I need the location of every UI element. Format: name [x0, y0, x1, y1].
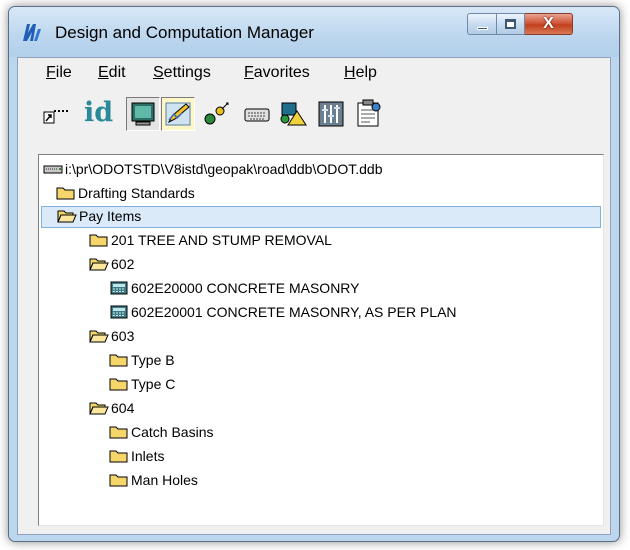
menu-help[interactable]: Help: [344, 64, 377, 82]
window-title: Design and Computation Manager: [55, 23, 314, 42]
shapes-icon: [280, 102, 307, 126]
clipboard-settings-icon: [357, 99, 381, 127]
shapes-button[interactable]: [276, 97, 310, 131]
close-button[interactable]: X: [525, 13, 573, 35]
monitor-icon: [131, 102, 155, 126]
menu-edit[interactable]: Edit: [98, 64, 126, 82]
pen-button[interactable]: [161, 97, 195, 131]
menu-file[interactable]: File: [46, 64, 72, 82]
keyboard-button[interactable]: [240, 97, 274, 131]
menu-bar: File Edit Settings Favorites Help: [18, 58, 610, 88]
shortcut-line-icon: [43, 110, 70, 124]
tree-node-label: 602: [111, 256, 135, 272]
folder-closed-icon: [109, 426, 128, 439]
close-icon: X: [543, 15, 554, 32]
menu-settings[interactable]: Settings: [153, 64, 211, 82]
app-logo-icon: [23, 24, 41, 41]
node-button[interactable]: [200, 97, 234, 131]
tree-node-label: 604: [111, 400, 135, 416]
folder-closed-icon: [56, 187, 75, 200]
tree-node-catch-basins[interactable]: Catch Basins: [109, 422, 309, 444]
toolbar: id: [18, 89, 610, 139]
tree-node-603[interactable]: 603: [89, 326, 289, 348]
folder-open-icon: [89, 402, 109, 415]
tree-node-602e20000[interactable]: 602E20000 CONCRETE MASONRY: [109, 278, 589, 300]
tree-node-database[interactable]: i:\pr\ODOTSTD\V8istd\geopak\road\ddb\ODO…: [43, 159, 583, 181]
tree-view[interactable]: i:\pr\ODOTSTD\V8istd\geopak\road\ddb\ODO…: [38, 154, 604, 526]
folder-closed-icon: [109, 354, 128, 367]
tree-node-inlets[interactable]: Inlets: [109, 446, 309, 468]
pen-icon: [165, 102, 191, 126]
tree-node-label: 602E20000 CONCRETE MASONRY: [131, 280, 360, 296]
tree-node-602e20001[interactable]: 602E20001 CONCRETE MASONRY, AS PER PLAN: [109, 302, 589, 324]
keyboard-icon: [244, 108, 270, 122]
client-area: File Edit Settings Favorites Help id i:\…: [17, 57, 611, 535]
columns-icon: [318, 101, 344, 127]
calculator-icon: [110, 281, 128, 295]
minimize-icon: [477, 27, 488, 30]
tree-node-label: 602E20001 CONCRETE MASONRY, AS PER PLAN: [131, 304, 457, 320]
folder-closed-icon: [109, 378, 128, 391]
tree-node-604[interactable]: 604: [89, 398, 289, 420]
tree-node-label: 603: [111, 328, 135, 344]
folder-open-icon: [57, 210, 77, 223]
folder-open-icon: [89, 330, 109, 343]
shortcut-line-button[interactable]: [40, 97, 74, 131]
node-icon: [204, 102, 229, 125]
title-bar[interactable]: Design and Computation Manager X: [9, 7, 619, 57]
tree-node-label: Man Holes: [131, 472, 198, 488]
tree-node-602[interactable]: 602: [89, 254, 289, 276]
app-window: Design and Computation Manager X File Ed…: [8, 6, 620, 542]
tree-node-201[interactable]: 201 TREE AND STUMP REMOVAL: [89, 230, 569, 252]
minimize-button[interactable]: [467, 13, 497, 35]
tree-node-label: Catch Basins: [131, 424, 214, 440]
tree-node-type-c[interactable]: Type C: [109, 374, 309, 396]
tree-node-pay-items[interactable]: Pay Items: [41, 206, 601, 228]
maximize-icon: [505, 19, 516, 29]
monitor-button[interactable]: [126, 97, 160, 131]
folder-closed-icon: [109, 450, 128, 463]
id-icon: id: [84, 97, 114, 128]
clipboard-settings-button[interactable]: [352, 97, 386, 131]
tree-node-label: Type B: [131, 352, 175, 368]
tree-node-man-holes[interactable]: Man Holes: [109, 470, 309, 492]
tree-node-label: 201 TREE AND STUMP REMOVAL: [111, 232, 332, 248]
folder-closed-icon: [109, 474, 128, 487]
drive-icon: [43, 165, 63, 174]
columns-button[interactable]: [314, 97, 348, 131]
calculator-icon: [110, 305, 128, 319]
tree-node-drafting-standards[interactable]: Drafting Standards: [56, 183, 556, 205]
tree-node-type-b[interactable]: Type B: [109, 350, 309, 372]
maximize-button[interactable]: [497, 13, 525, 35]
tree-node-label: Inlets: [131, 448, 165, 464]
tree-node-label: Pay Items: [79, 208, 142, 224]
tree-node-label: i:\pr\ODOTSTD\V8istd\geopak\road\ddb\ODO…: [65, 161, 383, 177]
folder-open-icon: [89, 258, 109, 271]
menu-favorites[interactable]: Favorites: [244, 64, 310, 82]
tree-node-label: Type C: [131, 376, 176, 392]
tree-node-label: Drafting Standards: [78, 185, 195, 201]
id-button[interactable]: id: [78, 97, 122, 131]
folder-closed-icon: [89, 234, 108, 247]
